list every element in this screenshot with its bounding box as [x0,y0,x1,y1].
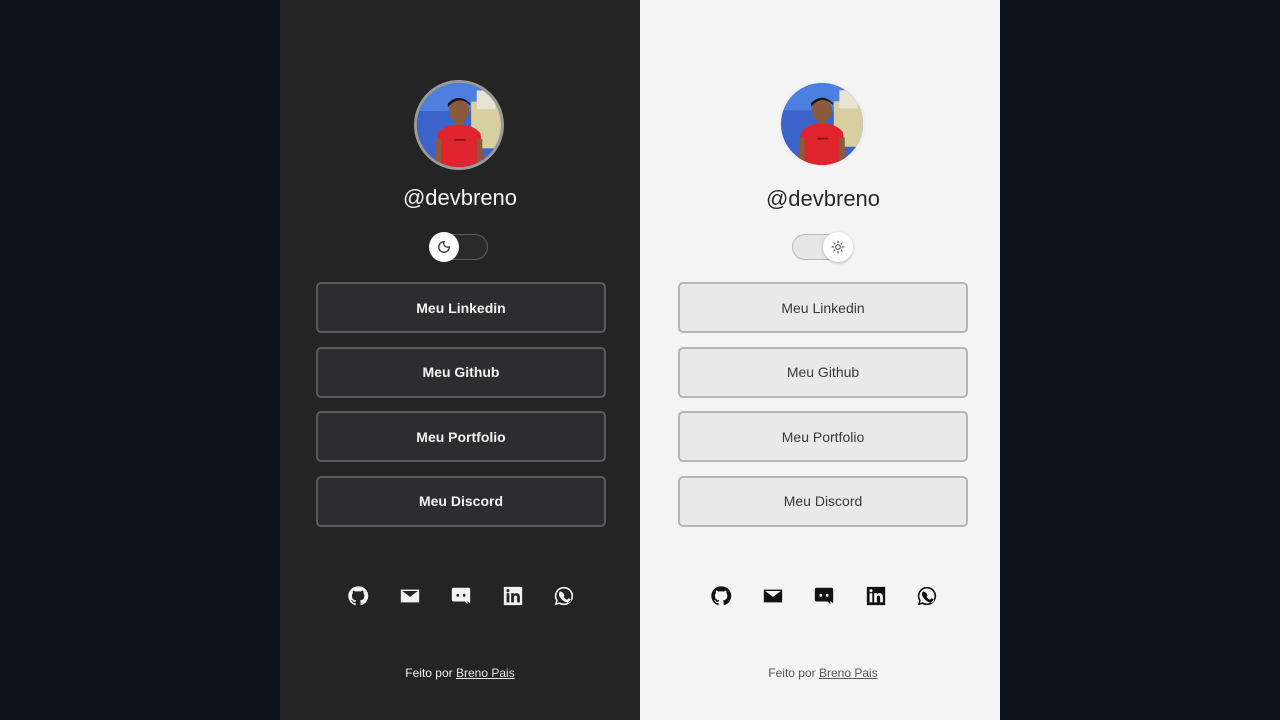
footer-credit: Feito por Breno Pais [643,666,1003,680]
theme-toggle[interactable] [429,232,488,262]
mail-social-link[interactable] [398,584,422,608]
whatsapp-icon [917,586,937,606]
links-list: Meu Linkedin Meu Github Meu Portfolio Me… [316,282,606,540]
sun-icon [831,240,845,254]
mail-social-link[interactable] [761,584,785,608]
github-social-link[interactable] [709,584,733,608]
footer-credit: Feito por Breno Pais [280,666,640,680]
avatar-photo [417,83,501,167]
author-link[interactable]: Breno Pais [819,666,878,680]
avatar [414,80,504,170]
toggle-knob [429,232,459,262]
whatsapp-social-link[interactable] [552,584,576,608]
avatar-photo [781,83,863,165]
linkedin-social-link[interactable] [501,584,525,608]
light-theme-panel: @devbreno Meu Linkedin Meu Github Meu Po… [640,0,1000,720]
discord-social-link[interactable] [449,584,473,608]
social-icons [709,584,967,608]
github-icon [711,586,732,606]
github-link-button[interactable]: Meu Github [316,346,606,398]
dark-theme-panel: @devbreno Meu Linkedin Meu Github Meu Po… [280,0,640,720]
toggle-knob [823,232,853,262]
linkedin-icon [866,586,885,606]
linkedin-link-button[interactable]: Meu Linkedin [678,282,968,333]
github-link-button[interactable]: Meu Github [678,346,968,398]
username-handle: @devbreno [765,186,881,211]
portfolio-link-button[interactable]: Meu Portfolio [678,411,968,462]
linkedin-link-button[interactable]: Meu Linkedin [316,282,606,333]
mail-icon [763,589,782,603]
discord-social-link[interactable] [812,584,836,608]
username-handle: @devbreno [402,185,518,210]
portfolio-link-button[interactable]: Meu Portfolio [316,411,606,462]
whatsapp-social-link[interactable] [915,584,939,608]
avatar [778,80,866,168]
moon-icon [438,241,450,253]
social-icons [346,584,604,608]
discord-icon [814,587,834,605]
author-link[interactable]: Breno Pais [456,666,515,680]
mail-icon [400,589,419,603]
linkedin-social-link[interactable] [864,584,888,608]
footer-prefix: Feito por [768,666,816,680]
whatsapp-icon [554,586,574,606]
github-social-link[interactable] [346,584,370,608]
github-icon [348,586,369,606]
linkedin-icon [503,586,522,606]
discord-icon [451,587,471,605]
links-list: Meu Linkedin Meu Github Meu Portfolio Me… [678,282,968,540]
discord-link-button[interactable]: Meu Discord [678,475,968,527]
theme-toggle[interactable] [792,232,853,262]
discord-link-button[interactable]: Meu Discord [316,475,606,527]
footer-prefix: Feito por [405,666,453,680]
